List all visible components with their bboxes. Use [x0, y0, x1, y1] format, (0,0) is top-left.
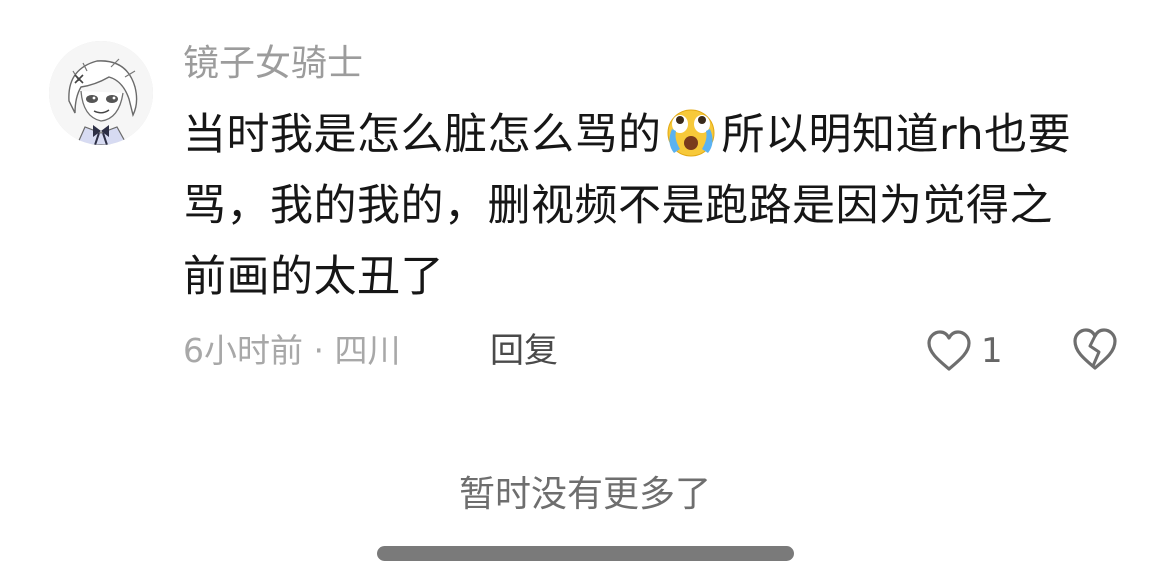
like-button[interactable]: 1 [925, 326, 1003, 376]
avatar-illustration [49, 41, 153, 145]
comment-text-segment: 所以明知道rh也要 [721, 110, 1072, 160]
comment-line-2: 骂，我的我的，删视频不是跑路是因为觉得之 [183, 181, 1053, 231]
like-count: 1 [981, 331, 1003, 371]
comment-meta: 6小时前 · 四川 [183, 331, 401, 370]
avatar[interactable] [49, 41, 153, 145]
broken-heart-icon [1073, 328, 1117, 370]
comment-text: 当时我是怎么脏怎么骂的 所以明知道rh也要 骂，我的我的，删视频不是跑路是因为觉… [183, 100, 1123, 313]
no-more-indicator: 暂时没有更多了 [458, 474, 711, 515]
dislike-button[interactable] [1070, 326, 1120, 376]
username[interactable]: 镜子女骑士 [183, 40, 363, 88]
comment-item: 镜子女骑士 当时我是怎么脏怎么骂的 所以明知道rh也要 骂，我的我的，删视频不是… [0, 0, 1170, 400]
home-indicator-bar[interactable] [377, 546, 794, 561]
comment-text-segment: 当时我是怎么脏怎么骂的 [183, 110, 662, 160]
reply-button[interactable]: 回复 [490, 328, 558, 374]
crying-face-emoji-icon [667, 109, 714, 157]
comment-line-3: 前画的太丑了 [183, 252, 444, 302]
comment-line-1: 当时我是怎么脏怎么骂的 所以明知道rh也要 [183, 100, 1123, 171]
heart-outline-icon [927, 330, 971, 371]
